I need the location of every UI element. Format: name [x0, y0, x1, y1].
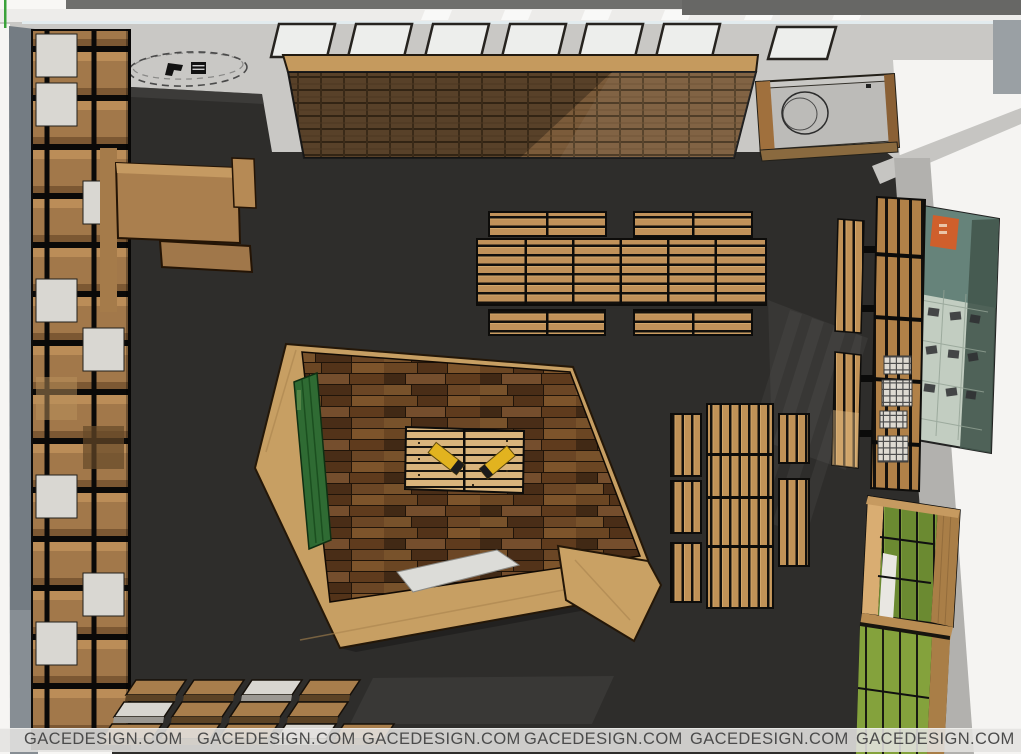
interior-render	[0, 0, 1021, 754]
green-edge-line	[4, 0, 7, 28]
display-mat-with-products	[405, 427, 524, 493]
watermark-text: GACEDESIGN.COM	[24, 730, 183, 749]
render-canvas: GACEDESIGN.COM GACEDESIGN.COM GACEDESIGN…	[0, 0, 1021, 754]
service-counter	[756, 74, 899, 161]
watermark-text: GACEDESIGN.COM	[856, 730, 1015, 749]
watermark-text: GACEDESIGN.COM	[362, 730, 521, 749]
slatted-wall-panel	[283, 55, 758, 158]
watermark-text: GACEDESIGN.COM	[690, 730, 849, 749]
wall-poster	[917, 206, 999, 453]
watermark-text: GACEDESIGN.COM	[197, 730, 356, 749]
watermark-band: GACEDESIGN.COM GACEDESIGN.COM GACEDESIGN…	[0, 728, 1021, 752]
watermark-text: GACEDESIGN.COM	[524, 730, 683, 749]
green-locker-shelving	[856, 496, 960, 754]
left-cube-shelving	[31, 29, 131, 750]
